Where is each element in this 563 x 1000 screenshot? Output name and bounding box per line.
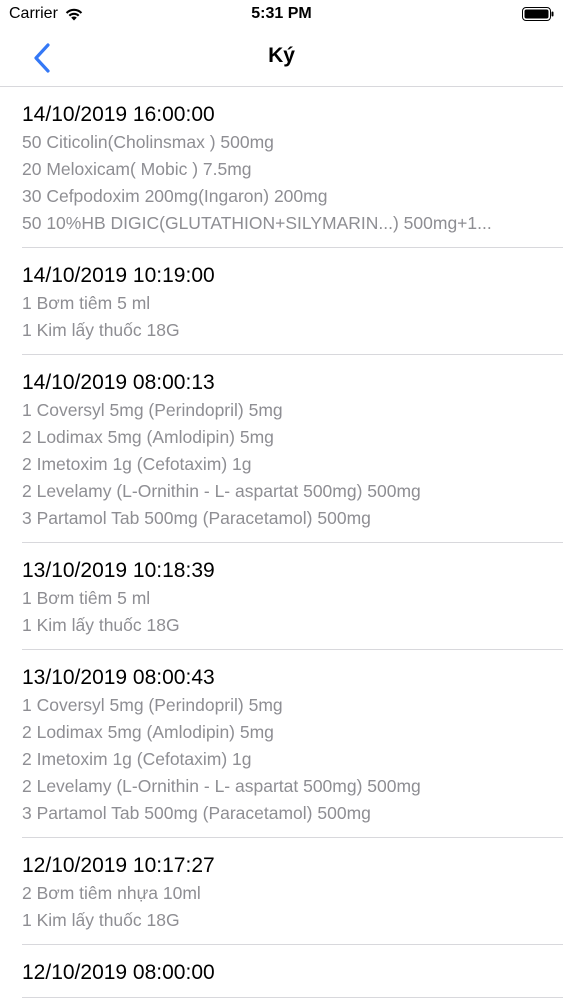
entry-detail-line: 50 10%HB DIGIC(GLUTATHION+SILYMARIN...) … [22,213,492,233]
list-item[interactable]: 14/10/2019 10:19:00 1 Bơm tiêm 5 ml 1 Kim … [22,248,563,355]
entry-timestamp: 12/10/2019 10:17:27 [22,854,215,877]
page-title: Ký [268,44,295,67]
list-item[interactable]: 14/10/2019 08:00:13 1 Coversyl 5mg (Perin… [22,355,563,543]
entry-detail-line: 1 Coversyl 5mg (Perindopril) 5mg [22,695,283,715]
battery-icon [522,7,554,21]
entry-detail-line: 2 Imetoxim 1g (Cefotaxim) 1g [22,749,252,769]
entry-detail-line: 1 Kim lấy thuốc 18G [22,910,180,930]
entry-detail-line: 20 Meloxicam( Mobic ) 7.5mg [22,159,252,179]
entry-detail-line: 2 Imetoxim 1g (Cefotaxim) 1g [22,454,252,474]
entry-timestamp: 12/10/2019 08:00:00 [22,961,215,984]
entry-detail-line: 1 Coversyl 5mg (Perindopril) 5mg [22,400,283,420]
entry-detail-line: 2 Levelamy (L-Ornithin - L- aspartat 500… [22,481,421,501]
entry-timestamp: 14/10/2019 16:00:00 [22,103,215,126]
entry-list: 14/10/2019 16:00:00 50 Citicolin(Cholinsm… [0,87,563,998]
entry-detail-line: 2 Lodimax 5mg (Amlodipin) 5mg [22,427,274,447]
entry-detail-line: 1 Kim lấy thuốc 18G [22,320,180,340]
status-time: 5:31 PM [251,5,312,22]
navigation-bar: Ký [0,30,563,87]
entry-timestamp: 14/10/2019 08:00:13 [22,371,215,394]
list-item[interactable]: 13/10/2019 08:00:43 1 Coversyl 5mg (Perin… [22,650,563,838]
entry-detail-line: 1 Kim lấy thuốc 18G [22,615,180,635]
entry-detail-line: 2 Lodimax 5mg (Amlodipin) 5mg [22,722,274,742]
entry-detail-line: 3 Partamol Tab 500mg (Paracetamol) 500mg [22,803,371,823]
status-bar: Carrier 5:31 PM [0,0,563,30]
entry-detail-line: 30 Cefpodoxim 200mg(Ingaron) 200mg [22,186,328,206]
list-item[interactable]: 13/10/2019 10:18:39 1 Bơm tiêm 5 ml 1 Kim … [22,543,563,650]
entry-detail-line: 2 Bơm tiêm nhựa 10ml [22,883,201,903]
entry-detail-line: 2 Levelamy (L-Ornithin - L- aspartat 500… [22,776,421,796]
entry-detail-line: 3 Partamol Tab 500mg (Paracetamol) 500mg [22,508,371,528]
list-item[interactable]: 12/10/2019 10:17:27 2 Bơm tiêm nhựa 10ml 1… [22,838,563,945]
entry-timestamp: 14/10/2019 10:19:00 [22,264,215,287]
entry-detail-line: 50 Citicolin(Cholinsmax ) 500mg [22,132,274,152]
list-item[interactable]: 14/10/2019 16:00:00 50 Citicolin(Cholinsm… [22,87,563,248]
entry-detail-line: 1 Bơm tiêm 5 ml [22,588,151,608]
entry-detail-line: 1 Bơm tiêm 5 ml [22,293,151,313]
list-item[interactable]: 12/10/2019 08:00:00 [22,945,563,998]
entry-timestamp: 13/10/2019 08:00:43 [22,666,215,689]
entry-timestamp: 13/10/2019 10:18:39 [22,559,215,582]
